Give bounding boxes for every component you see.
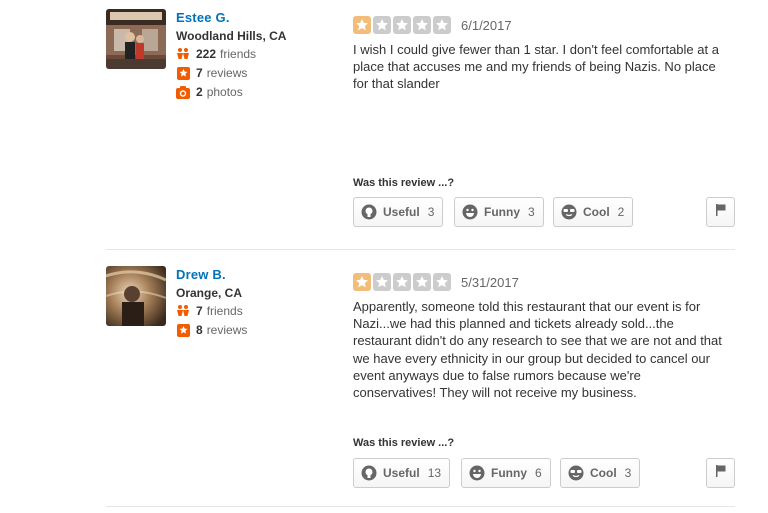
review-divider [106,506,735,507]
user-name[interactable]: Drew B. [176,267,226,282]
star-icon [373,273,391,291]
was-this-review-label: Was this review ...? [353,437,455,449]
was-this-review-label: Was this review ...? [353,177,455,189]
review-item: Drew B. Orange, CA 7 friends 8 reviews 5… [0,252,768,507]
friends-label: friends [206,304,243,318]
useful-button[interactable]: Useful 3 [353,197,444,227]
star-badge-icon [176,66,190,80]
review-text: I wish I could give fewer than 1 star. I… [353,42,719,92]
useful-count: 3 [427,205,435,219]
star-icon [393,16,411,34]
avatar[interactable] [106,9,166,69]
star-rating [353,16,451,34]
star-icon [433,16,451,34]
review-text: Apparently, someone told this restaurant… [353,299,722,401]
review-date: 6/1/2017 [461,18,512,33]
lightbulb-icon [361,465,377,481]
reviews-count: 7 [196,66,203,80]
reviews-label: reviews [206,66,248,80]
useful-button[interactable]: Useful 13 [353,458,451,488]
reviews-stat: 7 reviews [176,66,247,80]
star-icon [353,273,371,291]
user-location: Orange, CA [176,286,243,300]
flag-button[interactable] [706,458,735,488]
friends-count: 222 [196,47,217,61]
friends-count: 7 [196,304,203,318]
funny-button[interactable]: Funny 3 [454,197,544,227]
friends-icon [176,304,190,318]
star-icon [413,273,431,291]
sunglasses-icon [568,465,584,481]
friends-stat: 7 friends [176,304,243,318]
cool-count: 3 [624,466,632,480]
star-icon [353,16,371,34]
user-name[interactable]: Estee G. [176,10,230,25]
flag-button[interactable] [706,197,735,227]
cool-button[interactable]: Cool 3 [560,458,641,488]
friends-icon [176,47,190,61]
useful-count: 13 [427,466,442,480]
camera-icon [176,85,190,99]
cool-count: 2 [617,205,625,219]
lightbulb-icon [361,204,377,220]
reviews-count: 8 [196,323,203,337]
photos-count: 2 [196,85,203,99]
review-item: Estee G. Woodland Hills, CA 222 friends … [0,0,768,250]
funny-button[interactable]: Funny 6 [461,458,551,488]
review-date: 5/31/2017 [461,275,519,290]
funny-count: 3 [528,205,535,219]
friends-stat: 222 friends [176,47,256,61]
reviews-label: reviews [206,323,248,337]
cool-label: Cool [583,205,610,219]
star-icon [413,16,431,34]
reviews-stat: 8 reviews [176,323,247,337]
cool-button[interactable]: Cool 2 [553,197,634,227]
funny-count: 6 [535,466,542,480]
star-icon [433,273,451,291]
avatar[interactable] [106,266,166,326]
useful-label: Useful [383,466,420,480]
photos-stat: 2 photos [176,85,243,99]
flag-icon [715,203,727,222]
funny-label: Funny [484,205,520,219]
smiley-icon [462,204,478,220]
friends-label: friends [220,47,257,61]
star-rating [353,273,451,291]
star-badge-icon [176,323,190,337]
review-divider [106,249,735,250]
funny-label: Funny [491,466,527,480]
sunglasses-icon [561,204,577,220]
user-location: Woodland Hills, CA [176,29,287,43]
smiley-icon [469,465,485,481]
star-icon [373,16,391,34]
star-icon [393,273,411,291]
useful-label: Useful [383,205,420,219]
cool-label: Cool [590,466,617,480]
flag-icon [715,464,727,483]
photos-label: photos [206,85,243,99]
